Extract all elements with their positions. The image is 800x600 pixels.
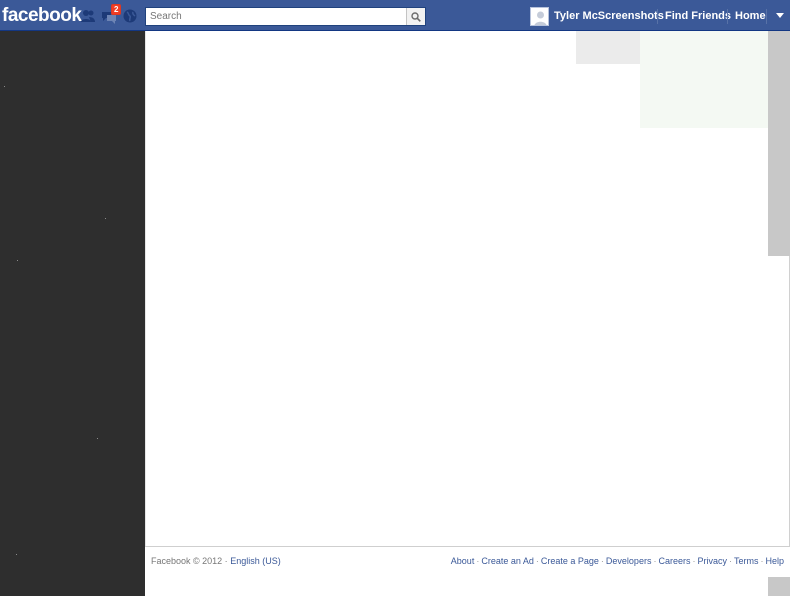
page-footer: Facebook © 2012 · English (US) About · Cre… [145,546,790,574]
footer-link-careers[interactable]: Careers [658,556,690,566]
nav-divider [727,9,728,24]
search-button[interactable] [406,8,425,25]
noise-dot [105,218,106,219]
noise-dot [97,438,98,439]
scroll-corner [768,577,790,596]
avatar[interactable] [530,7,549,26]
top-bar: facebook 2 Search Tyler McScreenshots Fi… [0,0,790,31]
nav-divider [657,9,658,24]
footer-copyright: Facebook © 2012 · English (US) [151,556,281,566]
profile-link[interactable]: Tyler McScreenshots [554,0,664,31]
copyright-text: Facebook © 2012 · [151,556,231,566]
sidebar-panel [640,31,768,128]
search-box [145,7,426,26]
search-input[interactable] [146,8,406,25]
footer-link-terms[interactable]: Terms [734,556,759,566]
noise-dot [4,86,5,87]
language-link[interactable]: English (US) [230,556,281,566]
nav-divider [766,9,767,24]
scrollbar-track [789,256,790,549]
placeholder-panel [576,31,640,64]
noise-dot [16,554,17,555]
search-icon [411,11,421,22]
footer-link-help[interactable]: Help [765,556,784,566]
home-link[interactable]: Home [735,0,766,31]
footer-link-about[interactable]: About [451,556,475,566]
left-sidebar [0,31,145,596]
footer-link-developers[interactable]: Developers [606,556,652,566]
find-friends-link[interactable]: Find Friends [665,0,731,31]
account-menu-button[interactable] [770,0,790,31]
globe-icon[interactable] [122,8,138,24]
facebook-logo[interactable]: facebook [2,3,82,29]
messages-badge: 2 [111,4,122,15]
separator: · [728,556,732,566]
noise-dot [17,260,18,261]
footer-link-privacy[interactable]: Privacy [697,556,727,566]
footer-links: About · Create an Ad · Create a Page · Develop… [451,556,784,566]
chevron-down-icon [776,13,784,18]
scrollbar-thumb[interactable] [768,31,790,256]
separator: · [600,556,604,566]
footer-link-create-ad[interactable]: Create an Ad [481,556,534,566]
footer-link-create-page[interactable]: Create a Page [541,556,599,566]
separator: · [535,556,539,566]
friends-icon[interactable] [80,8,96,24]
